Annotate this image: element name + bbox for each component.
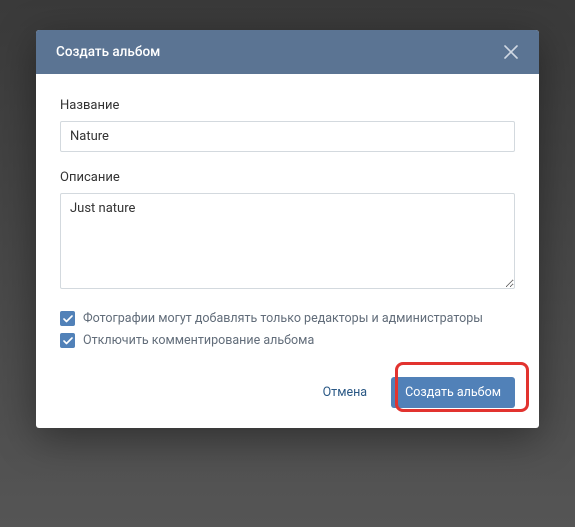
disable-comments-label[interactable]: Отключить комментирование альбома bbox=[83, 333, 314, 348]
name-input[interactable] bbox=[60, 121, 515, 152]
create-album-modal: Создать альбом Название Описание Фотогра… bbox=[36, 30, 539, 428]
disable-comments-checkbox[interactable] bbox=[60, 333, 75, 348]
check-icon bbox=[63, 315, 73, 323]
modal-body: Название Описание Фотографии могут добав… bbox=[36, 74, 539, 361]
create-album-button[interactable]: Создать альбом bbox=[391, 377, 515, 408]
editors-only-row: Фотографии могут добавлять только редакт… bbox=[60, 311, 515, 326]
name-label: Название bbox=[60, 98, 515, 113]
cancel-button[interactable]: Отмена bbox=[311, 377, 380, 408]
disable-comments-row: Отключить комментирование альбома bbox=[60, 333, 515, 348]
check-icon bbox=[63, 337, 73, 345]
close-button[interactable] bbox=[503, 44, 519, 60]
description-input[interactable] bbox=[60, 193, 515, 289]
editors-only-label[interactable]: Фотографии могут добавлять только редакт… bbox=[83, 311, 483, 326]
modal-header: Создать альбом bbox=[36, 30, 539, 74]
description-label: Описание bbox=[60, 170, 515, 185]
close-icon bbox=[504, 45, 518, 59]
modal-title: Создать альбом bbox=[56, 44, 160, 60]
modal-footer: Отмена Создать альбом bbox=[36, 361, 539, 428]
editors-only-checkbox[interactable] bbox=[60, 311, 75, 326]
